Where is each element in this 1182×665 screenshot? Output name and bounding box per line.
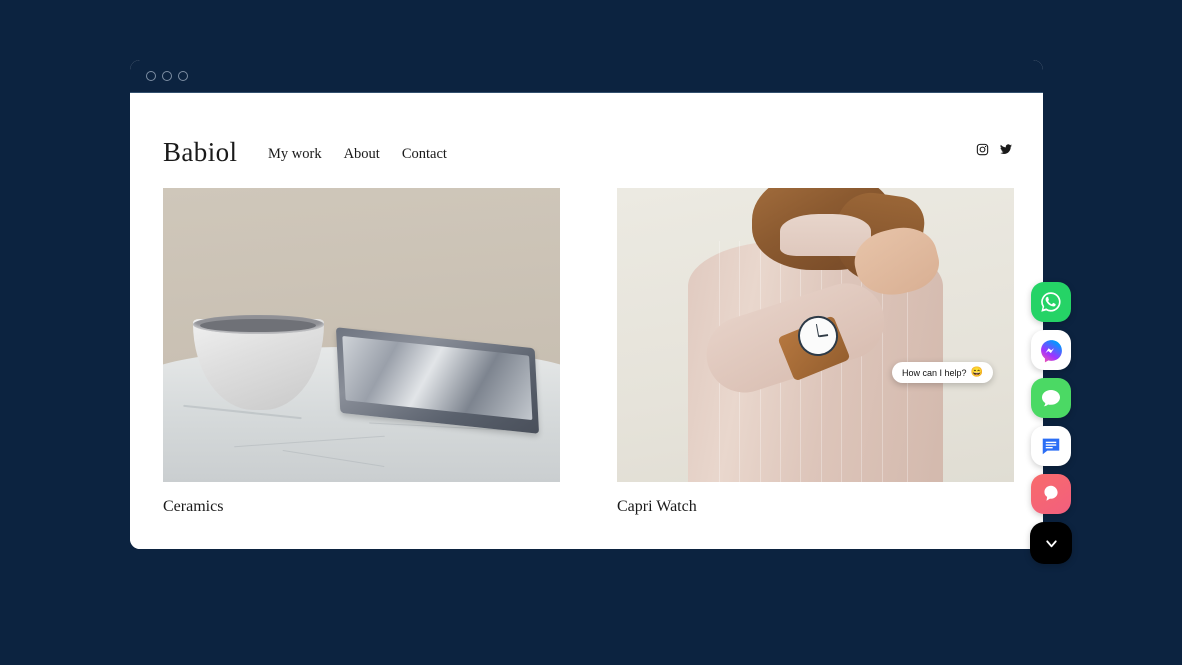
social-links — [976, 143, 1013, 156]
product-title: Ceramics — [163, 498, 224, 515]
nav-link-contact[interactable]: Contact — [402, 146, 447, 163]
close-button[interactable] — [146, 71, 156, 81]
nav-link-about[interactable]: About — [344, 146, 380, 163]
product-card-ceramics[interactable]: Ceramics — [163, 188, 560, 516]
photo-tray-inner — [341, 335, 532, 421]
main-navigation: My work About Contact — [268, 146, 447, 163]
window-controls[interactable] — [146, 71, 188, 81]
site-header: Babiol My work About Contact — [130, 93, 1043, 188]
chat-tooltip-text: How can I help? — [902, 367, 967, 378]
messenger-button[interactable] — [1031, 330, 1071, 370]
maximize-button[interactable] — [178, 71, 188, 81]
browser-title-bar — [130, 60, 1043, 93]
ceramics-photo[interactable] — [163, 188, 560, 482]
photo-bowl-interior — [200, 318, 317, 333]
message-button[interactable] — [1031, 474, 1071, 514]
minimize-button[interactable] — [162, 71, 172, 81]
chevron-down-icon — [1045, 539, 1057, 547]
smile-emoji-icon: 😄 — [970, 367, 983, 378]
chat-tooltip: How can I help? 😄 — [892, 362, 993, 383]
whatsapp-button[interactable] — [1031, 282, 1071, 322]
product-gallery: Ceramics Capri Watch — [130, 188, 1043, 516]
nav-link-my-work[interactable]: My work — [268, 146, 322, 163]
instagram-icon[interactable] — [976, 143, 989, 156]
watch-hour-hand — [818, 334, 828, 338]
site-logo[interactable]: Babiol — [163, 139, 237, 166]
product-card-capri-watch[interactable]: Capri Watch — [617, 188, 1014, 516]
browser-viewport: Babiol My work About Contact Ceramics Ca… — [130, 93, 1043, 549]
capri-watch-photo[interactable] — [617, 188, 1014, 482]
browser-window: Babiol My work About Contact Ceramics Ca… — [130, 60, 1072, 564]
sms-button[interactable] — [1031, 378, 1071, 418]
collapse-button[interactable] — [1030, 522, 1072, 564]
twitter-icon[interactable] — [999, 143, 1013, 156]
chat-widget — [1027, 282, 1075, 564]
live-chat-button[interactable] — [1031, 426, 1071, 466]
product-title: Capri Watch — [617, 498, 697, 515]
